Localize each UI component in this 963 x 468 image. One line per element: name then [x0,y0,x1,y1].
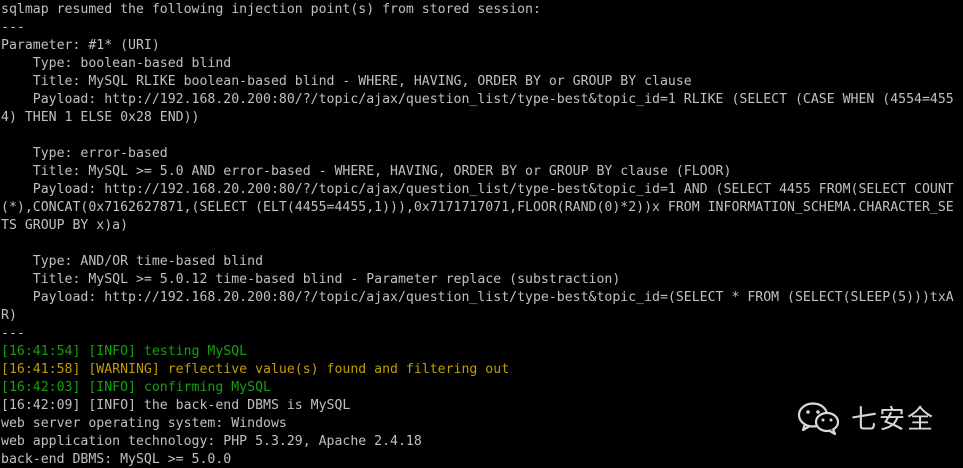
terminal-line: Payload: http://192.168.20.200:80/?/topi… [1,182,954,197]
wechat-icon [797,401,841,435]
terminal-output[interactable]: sqlmap resumed the following injection p… [0,0,963,468]
terminal-line: Payload: http://192.168.20.200:80/?/topi… [1,92,954,107]
log-line-info: [16:42:03] [INFO] confirming MySQL [1,380,271,395]
terminal-line: (*),CONCAT(0x7162627871,(SELECT (ELT(445… [1,200,954,215]
terminal-line: back-end DBMS: MySQL >= 5.0.0 [1,452,232,467]
log-line-info: [16:41:54] [INFO] testing MySQL [1,344,248,359]
terminal-line: --- [1,326,25,341]
terminal-line: R) [1,308,17,323]
terminal-line: Type: boolean-based blind [1,56,232,71]
terminal-line: Payload: http://192.168.20.200:80/?/topi… [1,290,954,305]
terminal-line: Type: error-based [1,146,168,161]
log-line-warning: [16:41:58] [WARNING] reflective value(s)… [1,362,510,377]
terminal-line: --- [1,20,25,35]
terminal-line: TS GROUP BY x)a) [1,218,129,233]
terminal-line: Title: MySQL RLIKE boolean-based blind -… [1,74,692,89]
terminal-line: Title: MySQL >= 5.0 AND error-based - WH… [1,164,732,179]
watermark-text: 七安全 [850,405,935,435]
terminal-line: 4) THEN 1 ELSE 0x28 END)) [1,110,200,125]
terminal-line: Type: AND/OR time-based blind [1,254,264,269]
watermark: 七安全 [797,399,935,436]
terminal-line: Parameter: #1* (URI) [1,38,160,53]
terminal-line: sqlmap resumed the following injection p… [1,2,541,17]
terminal-line: Title: MySQL >= 5.0.12 time-based blind … [1,272,621,287]
